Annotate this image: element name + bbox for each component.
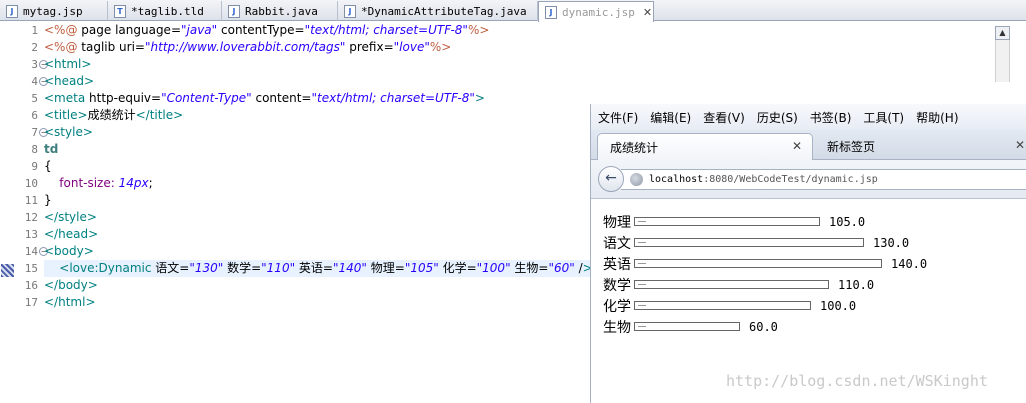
line-number: 14− bbox=[14, 243, 48, 260]
menu-tools[interactable]: 工具(T) bbox=[863, 109, 904, 126]
score-value: 60.0 bbox=[749, 319, 778, 334]
line-number: 7− bbox=[14, 124, 48, 141]
score-bar bbox=[634, 259, 882, 268]
address-bar[interactable]: localhost:8080/WebCodeTest/dynamic.jsp bbox=[621, 169, 1026, 190]
line-number: 12 bbox=[24, 211, 38, 224]
score-row: 物理 105.0 bbox=[603, 211, 1026, 232]
menu-edit[interactable]: 编辑(E) bbox=[650, 109, 691, 126]
scroll-up-icon[interactable]: ▲ bbox=[995, 26, 1010, 40]
scroll-track[interactable] bbox=[995, 40, 1010, 82]
code-line[interactable]: <%@ taglib uri="http://www.loverabbit.co… bbox=[44, 39, 1004, 56]
line-number: 11 bbox=[24, 194, 38, 207]
browser-tab-label: 新标签页 bbox=[827, 140, 876, 154]
menu-bookmarks[interactable]: 书签(B) bbox=[810, 109, 852, 126]
score-value: 140.0 bbox=[891, 256, 928, 271]
line-number: 17 bbox=[24, 296, 38, 309]
menu-history[interactable]: 历史(S) bbox=[757, 109, 798, 126]
score-bar bbox=[634, 280, 829, 289]
score-row: 生物 60.0 bbox=[603, 316, 1026, 337]
tab-label: *DynamicAttributeTag.java bbox=[361, 4, 527, 18]
tab-label: *taglib.tld bbox=[131, 4, 204, 18]
subject-label: 生物 bbox=[603, 319, 631, 336]
tab-mytag-jsp[interactable]: J mytag.jsp bbox=[0, 1, 108, 21]
jsp-file-icon: J bbox=[545, 5, 557, 19]
editor-vertical-scrollbar[interactable]: ▲ bbox=[995, 26, 1012, 86]
line-number: 9 bbox=[31, 160, 38, 173]
line-number: 4− bbox=[14, 73, 48, 90]
line-number: 3− bbox=[14, 56, 48, 73]
subject-label: 数学 bbox=[603, 277, 631, 294]
menu-view[interactable]: 查看(V) bbox=[703, 109, 745, 126]
java-file-icon: J bbox=[228, 4, 240, 18]
browser-menu-bar: 文件(F) 编辑(E) 查看(V) 历史(S) 书签(B) 工具(T) 帮助(H… bbox=[591, 104, 1026, 130]
subject-label: 语文 bbox=[603, 235, 631, 252]
close-tab-icon[interactable]: ✕ bbox=[1015, 138, 1025, 152]
score-value: 105.0 bbox=[829, 214, 866, 229]
watermark: http://blog.csdn.net/WSKinght bbox=[726, 372, 988, 390]
score-row: 数学 110.0 bbox=[603, 274, 1026, 295]
subject-label: 英语 bbox=[603, 256, 631, 273]
score-value: 110.0 bbox=[838, 277, 875, 292]
line-number: 6 bbox=[31, 109, 38, 122]
code-line[interactable]: <head> bbox=[44, 73, 1004, 90]
menu-file[interactable]: 文件(F) bbox=[598, 109, 638, 126]
line-number: 16 bbox=[24, 279, 38, 292]
score-bar bbox=[634, 322, 740, 331]
jsp-file-icon: J bbox=[6, 4, 18, 18]
globe-icon bbox=[630, 173, 643, 186]
address-text[interactable]: localhost:8080/WebCodeTest/dynamic.jsp bbox=[649, 174, 878, 185]
tab-taglib-tld[interactable]: T *taglib.tld bbox=[108, 1, 222, 21]
score-value: 100.0 bbox=[820, 298, 857, 313]
line-number: 5 bbox=[31, 92, 38, 105]
line-number: 2 bbox=[31, 41, 38, 54]
current-line-marker bbox=[1, 264, 14, 277]
close-tab-icon[interactable]: ✕ bbox=[643, 6, 652, 19]
back-button[interactable]: ← bbox=[598, 166, 624, 192]
code-line[interactable]: <html> bbox=[44, 56, 1004, 73]
browser-tab-label: 成绩统计 bbox=[610, 140, 659, 155]
overview-ruler bbox=[0, 22, 14, 403]
browser-window: 文件(F) 编辑(E) 查看(V) 历史(S) 书签(B) 工具(T) 帮助(H… bbox=[590, 104, 1026, 403]
score-row: 英语 140.0 bbox=[603, 253, 1026, 274]
browser-tab-new[interactable]: 新标签页 ✕ bbox=[815, 133, 1025, 160]
browser-tab-strip: 成绩统计 ✕ 新标签页 ✕ bbox=[591, 130, 1026, 160]
tab-rabbit-java[interactable]: J Rabbit.java bbox=[222, 1, 338, 21]
score-value: 130.0 bbox=[873, 235, 910, 250]
line-number: 13 bbox=[24, 228, 38, 241]
java-file-icon: J bbox=[344, 4, 356, 18]
tab-dynamic-jsp[interactable]: J dynamic.jsp ✕ bbox=[538, 1, 654, 22]
subject-label: 物理 bbox=[603, 214, 631, 231]
score-bar bbox=[634, 301, 811, 310]
code-line[interactable]: <%@ page language="java" contentType="te… bbox=[44, 22, 1004, 39]
line-number-gutter: 1 2 3− 4− 5 6 7− 8 9 10 11 12 13 14− 15 … bbox=[14, 22, 48, 311]
tab-label: mytag.jsp bbox=[23, 4, 83, 18]
tab-dynamic-attribute-tag-java[interactable]: J *DynamicAttributeTag.java bbox=[338, 1, 538, 21]
score-row: 化学 100.0 bbox=[603, 295, 1026, 316]
tld-file-icon: T bbox=[114, 4, 126, 18]
close-tab-icon[interactable]: ✕ bbox=[792, 139, 802, 153]
editor-tab-bar: J mytag.jsp T *taglib.tld J Rabbit.java … bbox=[0, 0, 1026, 22]
line-number: 8 bbox=[31, 143, 38, 156]
browser-nav-bar: localhost:8080/WebCodeTest/dynamic.jsp ← bbox=[591, 160, 1026, 199]
menu-help[interactable]: 帮助(H) bbox=[916, 109, 958, 126]
score-bar bbox=[634, 217, 820, 226]
line-number: 1 bbox=[31, 24, 38, 37]
line-number: 10 bbox=[24, 177, 38, 190]
tab-label: dynamic.jsp bbox=[562, 5, 635, 19]
score-row: 语文 130.0 bbox=[603, 232, 1026, 253]
line-number: 15 bbox=[24, 262, 38, 275]
subject-label: 化学 bbox=[603, 298, 631, 315]
score-bar bbox=[634, 238, 864, 247]
tab-label: Rabbit.java bbox=[245, 4, 318, 18]
browser-tab-score-stats[interactable]: 成绩统计 ✕ bbox=[597, 133, 813, 160]
